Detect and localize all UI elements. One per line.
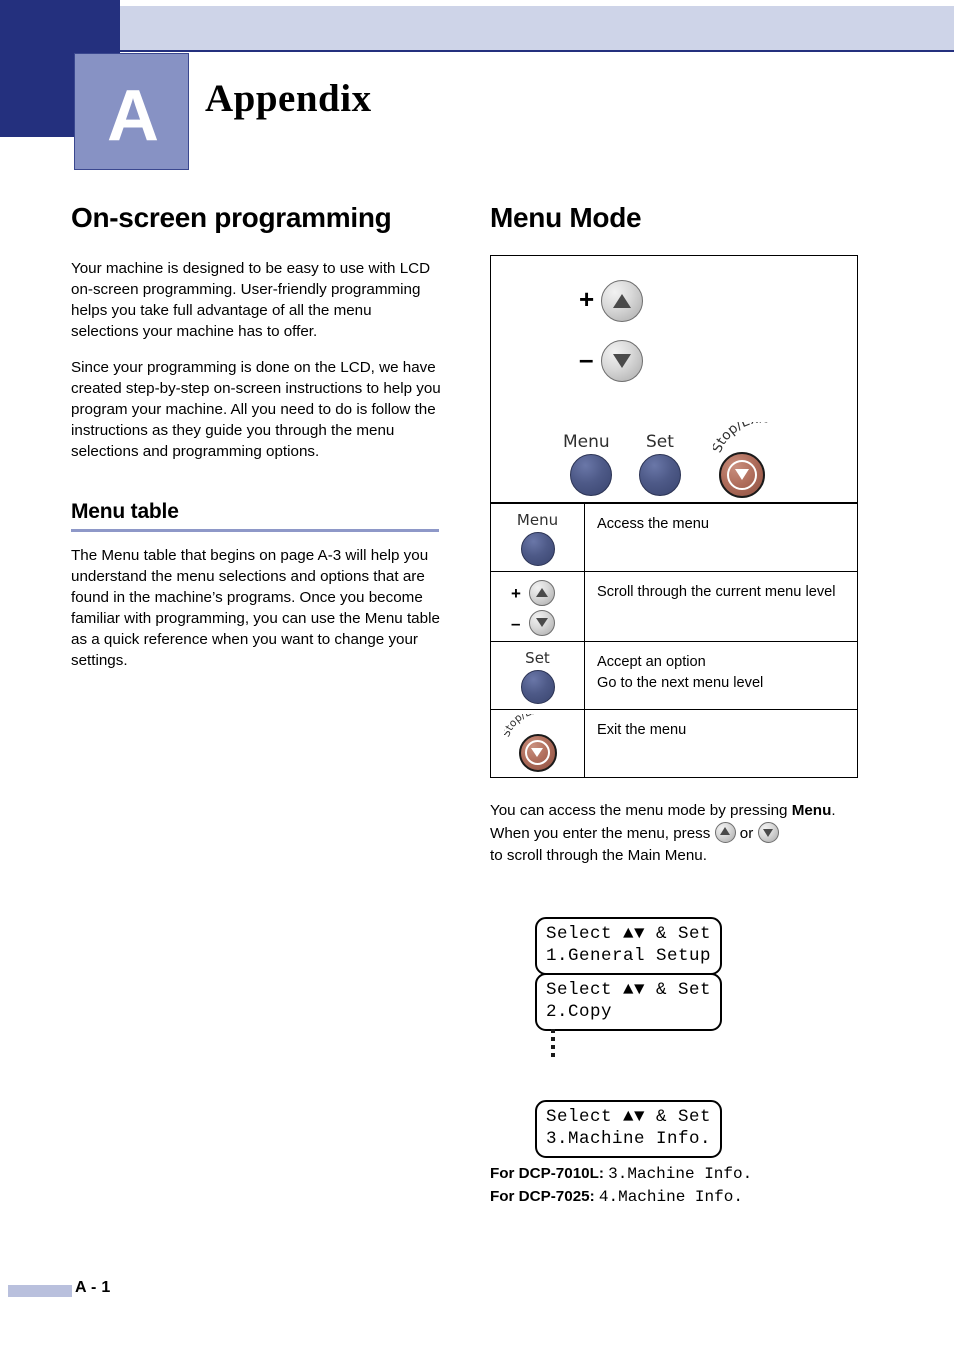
down-arrow-button[interactable]: [529, 609, 555, 636]
desc-line: Go to the next menu level: [597, 674, 764, 691]
down-arrow-button[interactable]: [601, 339, 643, 382]
subsection-paragraph: The Menu table that begins on page A-3 w…: [71, 546, 440, 669]
down-triangle-icon: [536, 618, 548, 628]
set-button[interactable]: [639, 453, 681, 496]
desc-line: Accept an option: [597, 653, 706, 670]
desc-line: Scroll through the current menu level: [597, 583, 836, 600]
down-triangle-icon: [613, 353, 631, 368]
instruction-or: or: [735, 824, 758, 842]
key-cell-scroll: + –: [490, 570, 585, 642]
subsection-underline: [71, 528, 439, 532]
lcd-screen: Select ▲▼ & Set 1.General Setup: [535, 917, 723, 975]
dot: [551, 1045, 555, 1049]
stop-exit-button-icon[interactable]: [518, 733, 557, 772]
table-row: Set Accept an option Go to the next menu…: [490, 640, 858, 710]
desc-cell-scroll: Scroll through the current menu level: [584, 570, 858, 642]
header-lavender-bar: [120, 6, 954, 50]
desc-line: Access the menu: [597, 515, 709, 532]
instruction-text: You can access the menu mode by pressing: [490, 801, 792, 819]
key-cell-set: Set: [490, 640, 585, 710]
up-arrow-button[interactable]: [601, 279, 643, 322]
menu-button-icon[interactable]: [520, 531, 555, 566]
stop-triangle-icon: [735, 469, 749, 481]
table-row: + – Scroll through the current menu leve…: [490, 570, 858, 642]
key-cell-menu: Menu: [490, 502, 585, 572]
header-rule: [120, 50, 954, 52]
lcd-line-2: 2.Copy: [546, 1002, 613, 1023]
section-title-on-screen-programming: On-screen programming: [71, 202, 392, 233]
lcd-line-2: 3.Machine Info.: [546, 1129, 712, 1150]
up-arrow-button[interactable]: [714, 821, 736, 843]
minus-sign: –: [511, 613, 521, 633]
svg-text:Stop/Exit: Stop/Exit: [713, 422, 768, 455]
up-triangle-icon: [613, 293, 631, 308]
page-title: Appendix: [205, 77, 372, 120]
dot: [551, 1037, 555, 1041]
stop-icon: [524, 740, 551, 766]
plus-sign: +: [511, 583, 521, 603]
model-note-row: For DCP-7010L: 3.Machine Info.: [490, 1163, 752, 1186]
menu-button-label: Menu: [563, 431, 610, 452]
lcd-screen: Select ▲▼ & Set 2.Copy: [535, 973, 723, 1031]
lcd-line-1: Select ▲▼ & Set: [546, 980, 712, 1000]
instruction-line-3: to scroll through the Main Menu.: [490, 847, 707, 865]
subsection-title-menu-table: Menu table: [71, 499, 179, 523]
up-triangle-icon: [536, 588, 548, 598]
menu-button[interactable]: [570, 453, 612, 496]
lcd-display-3: Select ▲▼ & Set 3.Machine Info.: [535, 1100, 723, 1158]
model-value: 4.Machine Info.: [598, 1187, 743, 1206]
left-column: On-screen programming Your machine is de…: [71, 200, 443, 671]
stop-exit-button[interactable]: [719, 451, 765, 498]
paragraph-2: Since your programming is done on the LC…: [71, 358, 441, 460]
menu-keyword: Menu: [791, 801, 832, 819]
model-notes: For DCP-7010L: 3.Machine Info. For DCP-7…: [490, 1163, 752, 1208]
table-row: Stop/Exit Exit the menu: [490, 708, 858, 778]
desc-line: Exit the menu: [597, 721, 687, 738]
up-arrow-button[interactable]: [529, 579, 555, 606]
desc-cell-stop-exit: Exit the menu: [584, 708, 858, 778]
menu-key-function-table: Menu Access the menu + – Scroll through …: [490, 502, 858, 778]
menu-key-label: Menu: [516, 510, 559, 529]
instruction-text: When you enter the menu, press: [490, 824, 715, 842]
chapter-letter: A: [107, 75, 159, 156]
lcd-line-1: Select ▲▼ & Set: [546, 1107, 712, 1127]
lcd-line-1: Select ▲▼ & Set: [546, 924, 712, 944]
instruction-line-2: When you enter the menu, press or: [490, 821, 862, 845]
model-label: For DCP-7025:: [490, 1187, 595, 1205]
section-title-menu-mode: Menu Mode: [490, 202, 642, 233]
page-number: A - 1: [75, 1279, 111, 1296]
model-value: 3.Machine Info.: [608, 1165, 753, 1183]
instruction-line-1: You can access the menu mode by pressing…: [490, 800, 862, 822]
dot: [551, 1029, 555, 1033]
footer-bar: [8, 1285, 72, 1297]
instruction-period: .: [831, 801, 836, 819]
lcd-screen: Select ▲▼ & Set 3.Machine Info.: [535, 1100, 723, 1158]
minus-sign: –: [579, 343, 594, 374]
lcd-display-1: Select ▲▼ & Set 1.General Setup: [535, 917, 723, 975]
lcd-line-2: 1.General Setup: [546, 946, 712, 967]
model-label: For DCP-7010L:: [490, 1165, 604, 1182]
key-cell-stop-exit: Stop/Exit: [490, 708, 585, 778]
desc-cell-menu: Access the menu: [584, 502, 858, 572]
vertical-ellipsis-icon: [551, 1029, 555, 1057]
set-button-icon[interactable]: [520, 669, 555, 704]
dot: [551, 1053, 555, 1057]
model-note-row: For DCP-7025: 4.Machine Info.: [490, 1186, 752, 1209]
stop-triangle-icon: [531, 748, 544, 758]
set-button-label: Set: [646, 431, 674, 452]
plus-sign: +: [579, 283, 595, 314]
chapter-letter-box: A: [74, 53, 189, 170]
right-column: Menu Mode + – Menu Set Stop/Exit: [490, 200, 862, 1206]
table-row: Menu Access the menu: [490, 502, 858, 572]
lcd-display-2: Select ▲▼ & Set 2.Copy: [535, 973, 723, 1031]
desc-cell-set: Accept an option Go to the next menu lev…: [584, 640, 858, 710]
set-key-label: Set: [525, 648, 550, 667]
paragraph-1: Your machine is designed to be easy to u…: [71, 259, 431, 340]
menu-mode-instructions: You can access the menu mode by pressing…: [490, 800, 862, 867]
stop-icon: [726, 459, 758, 490]
down-arrow-button[interactable]: [757, 821, 779, 843]
control-panel-illustration: + – Menu Set Stop/Exit: [490, 254, 858, 503]
